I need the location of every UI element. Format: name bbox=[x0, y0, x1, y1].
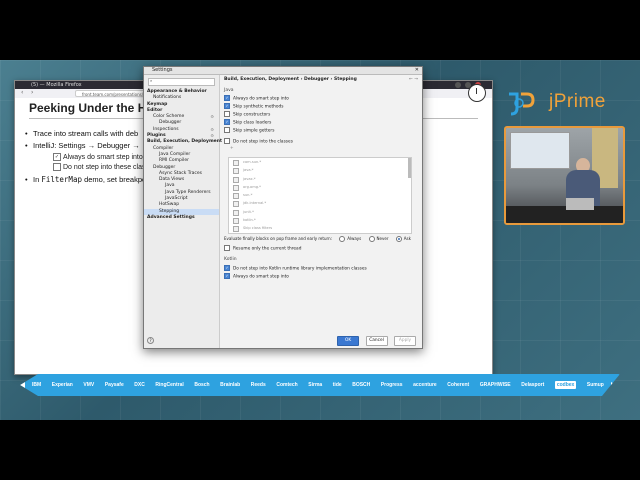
window-title: (5) — Mozilla Firefox bbox=[31, 82, 82, 88]
radio-ask[interactable] bbox=[395, 236, 402, 242]
checkbox-checked-icon[interactable] bbox=[224, 103, 230, 109]
close-icon[interactable]: ✕ bbox=[415, 67, 419, 74]
cancel-button[interactable]: Cancel bbox=[365, 336, 388, 346]
bullet-item: IntelliJ: Settings → Debugger → bbox=[25, 141, 140, 150]
sponsor-logo: Sirma bbox=[308, 382, 323, 388]
class-filter-row[interactable]: com.sun.* bbox=[229, 158, 411, 167]
dialog-titlebar: Settings ✕ bbox=[144, 67, 422, 75]
checkbox-unchecked-icon[interactable] bbox=[224, 111, 230, 117]
bullet-item: Trace into stream calls with deb bbox=[25, 129, 138, 138]
kotlin-section-title: Kotlin bbox=[224, 257, 237, 262]
ok-button[interactable]: OK bbox=[337, 336, 360, 346]
jprime-logo: jPrime bbox=[505, 88, 625, 118]
nav-arrows-icon[interactable]: ← → bbox=[409, 77, 418, 82]
option-do-not-step-into[interactable]: Do not step into the classes bbox=[224, 138, 293, 145]
checkbox-checked-icon[interactable] bbox=[224, 265, 230, 271]
sponsor-logo: Progress bbox=[380, 382, 403, 388]
sub-item: ✓ Always do smart step into bbox=[53, 153, 143, 161]
checkbox-unchecked-icon[interactable] bbox=[224, 127, 230, 133]
sponsor-logo: Experian bbox=[51, 382, 73, 388]
sponsor-logo: tide bbox=[332, 382, 342, 388]
option-resume-thread[interactable]: Resume only the current thread bbox=[224, 245, 301, 252]
checkbox-checked-icon[interactable] bbox=[224, 273, 230, 279]
forward-icon[interactable]: › bbox=[31, 89, 33, 96]
finally-blocks-row: Evaluate finally blocks on pop frame and… bbox=[224, 236, 411, 242]
jprime-wordmark: jPrime bbox=[549, 91, 606, 112]
option-skip-class-loaders[interactable]: Skip class loaders bbox=[224, 119, 271, 126]
sponsor-logo: VMV bbox=[83, 382, 95, 388]
java-section-title: Java bbox=[224, 88, 234, 93]
option-skip-synthetic[interactable]: Skip synthetic methods bbox=[224, 103, 284, 110]
settings-sidebar: Appearance & BehaviorNotificationsKeymap… bbox=[144, 75, 222, 348]
checkbox-unchecked-icon[interactable] bbox=[224, 245, 230, 251]
settings-content: Build, Execution, Deployment › Debugger … bbox=[220, 75, 422, 348]
back-icon[interactable]: ‹ bbox=[21, 89, 23, 96]
sponsor-logo: Delasport bbox=[521, 382, 545, 388]
sponsor-logo: GRAPHWISE bbox=[479, 382, 511, 388]
clock-icon bbox=[468, 84, 486, 102]
help-icon[interactable]: ? bbox=[147, 337, 154, 344]
breadcrumb: Build, Execution, Deployment › Debugger … bbox=[224, 77, 357, 82]
option-kotlin-smart-step[interactable]: Always do smart step into bbox=[224, 273, 289, 280]
checkbox-unchecked-icon bbox=[53, 163, 61, 171]
sponsor-logo: Brainlab bbox=[220, 382, 241, 388]
checkbox-checked-icon[interactable] bbox=[224, 119, 230, 125]
class-filter-row[interactable]: jdk.internal.* bbox=[229, 199, 411, 208]
apply-button[interactable]: Apply bbox=[394, 336, 416, 346]
tree-item[interactable]: Advanced Settings bbox=[144, 215, 219, 221]
dialog-title: Settings bbox=[152, 67, 173, 73]
class-filter-row[interactable]: org.omg.* bbox=[229, 183, 411, 192]
class-filter-row[interactable]: junit.* bbox=[229, 208, 411, 217]
sponsor-logo: accenture bbox=[413, 382, 437, 388]
sponsor-logo: Reeds bbox=[250, 382, 266, 388]
sub-item: Do not step into these classe bbox=[53, 163, 153, 171]
settings-dialog: Settings ✕ Appearance & BehaviorNotifica… bbox=[143, 66, 423, 349]
sponsor-logo: IBM bbox=[32, 382, 42, 388]
checkbox-checked-icon: ✓ bbox=[53, 153, 61, 161]
settings-tree: Appearance & Behavior Notifications Keymap… bbox=[144, 89, 222, 221]
sponsor-logo: Bosch bbox=[194, 382, 210, 388]
sponsor-logo: BOSCH bbox=[352, 382, 371, 388]
bullet-item: In FilterMap demo, set breakpo bbox=[25, 175, 146, 184]
option-skip-constructors[interactable]: Skip constructors bbox=[224, 111, 270, 118]
speaker-camera bbox=[504, 126, 625, 225]
option-kotlin-runtime[interactable]: Do not step into Kotlin runtime library … bbox=[224, 265, 367, 272]
sponsor-logo: Comtech bbox=[276, 382, 298, 388]
jprime-mark-icon bbox=[509, 92, 535, 116]
settings-search-input[interactable] bbox=[148, 78, 215, 86]
checkbox-checked-icon[interactable] bbox=[224, 95, 230, 101]
sponsor-logo: codbex bbox=[554, 381, 577, 389]
class-filter-row[interactable]: javax.* bbox=[229, 175, 411, 183]
radio-always[interactable] bbox=[339, 236, 346, 242]
sponsor-logo: DXC bbox=[134, 382, 145, 388]
radio-never[interactable] bbox=[368, 236, 375, 242]
class-filter-row[interactable]: sun.* bbox=[229, 191, 411, 200]
sponsor-bar: IBM Experian VMV Paysafe DXC RingCentral… bbox=[20, 374, 620, 396]
sponsor-logo: RingCentral bbox=[155, 382, 184, 388]
class-filter-list[interactable]: com.sun.* java.* javax.* org.omg.* sun.* jdk.… bbox=[228, 157, 412, 234]
option-smart-step[interactable]: Always do smart step into bbox=[224, 95, 289, 102]
add-filter-icon[interactable]: + bbox=[230, 146, 234, 151]
class-filter-row[interactable]: kotlin.* bbox=[229, 216, 411, 225]
class-filter-row[interactable]: Skip class filters bbox=[229, 224, 411, 233]
class-filter-row[interactable]: java.* bbox=[229, 166, 411, 175]
sponsor-logo: Paysafe bbox=[104, 382, 124, 388]
option-skip-getters[interactable]: Skip simple getters bbox=[224, 127, 274, 134]
sponsor-list: IBM Experian VMV Paysafe DXC RingCentral… bbox=[32, 374, 604, 396]
checkbox-unchecked-icon[interactable] bbox=[224, 138, 230, 144]
dialog-buttons: OK Cancel Apply bbox=[332, 336, 416, 346]
sponsor-logo: Sumup bbox=[586, 382, 604, 388]
sponsor-logo: Coherent bbox=[447, 382, 470, 388]
minimize-icon[interactable] bbox=[455, 82, 461, 88]
